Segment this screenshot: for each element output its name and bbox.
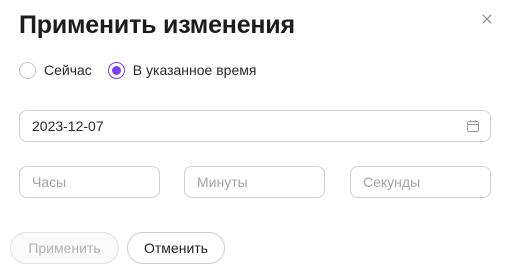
date-field[interactable] [19,110,491,142]
radio-scheduled-label: В указанное время [132,62,257,78]
minutes-field[interactable] [184,166,325,198]
hours-field[interactable] [19,166,160,198]
cancel-button[interactable]: Отменить [127,232,225,264]
date-input[interactable] [32,118,466,134]
calendar-icon[interactable] [466,119,480,133]
radio-option-scheduled[interactable]: В указанное время [107,60,257,80]
seconds-field[interactable] [350,166,491,198]
radio-now-label: Сейчас [44,62,92,78]
time-row [0,166,508,198]
hours-input[interactable] [32,174,147,190]
seconds-input[interactable] [363,174,478,190]
close-icon [482,14,492,24]
radio-scheduled-circle[interactable] [107,61,125,79]
close-button[interactable] [479,11,495,27]
apply-changes-dialog: Применить изменения Сейчас В указанное в… [0,0,508,272]
schedule-radio-group: Сейчас В указанное время [19,60,272,80]
minutes-input[interactable] [197,174,312,190]
radio-option-now[interactable]: Сейчас [19,60,92,80]
dialog-title: Применить изменения [19,11,295,39]
radio-selected-dot [111,65,121,75]
radio-now-circle[interactable] [19,61,36,79]
apply-button[interactable]: Применить [10,232,119,264]
